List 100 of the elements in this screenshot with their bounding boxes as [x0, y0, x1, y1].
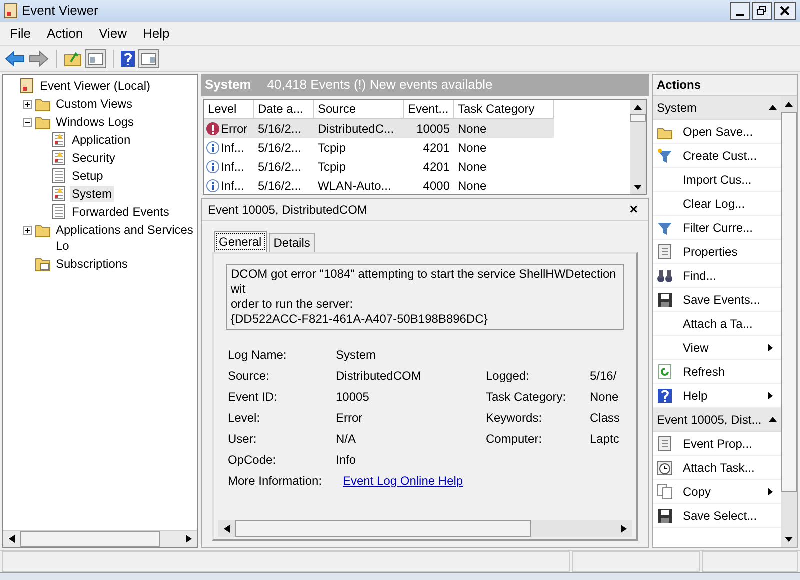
right-arrow-icon[interactable]	[186, 535, 192, 543]
down-arrow-icon[interactable]	[785, 536, 793, 542]
command-link[interactable]: Open Save...	[683, 122, 773, 140]
up-arrow-icon[interactable]	[785, 102, 793, 106]
clock-icon	[657, 460, 673, 476]
menu-item[interactable]: View	[93, 24, 134, 44]
back-arrow-icon[interactable]	[4, 50, 26, 68]
tree-item[interactable]: Setup	[70, 168, 106, 184]
command-link[interactable]: Create Cust...	[683, 146, 773, 164]
close-button[interactable]	[774, 2, 796, 20]
command-link[interactable]: Clear Log...	[683, 194, 773, 212]
command-link[interactable]: View	[683, 338, 758, 356]
command-link[interactable]: Find...	[683, 266, 773, 284]
horizontal-scrollbar[interactable]	[3, 530, 197, 547]
tree-item[interactable]: System	[70, 186, 114, 202]
table-cell-text: None	[457, 140, 488, 156]
column-header[interactable]: Date a...	[254, 100, 314, 119]
command-link[interactable]: Attach a Ta...	[683, 314, 773, 332]
binoculars-icon	[657, 268, 673, 284]
command-link[interactable]: Copy	[683, 482, 758, 500]
command-link[interactable]: Filter Curre...	[683, 218, 773, 236]
command-link[interactable]: Help	[683, 386, 758, 404]
column-header[interactable]: Source	[314, 100, 404, 119]
error-icon	[206, 122, 220, 136]
command-link[interactable]: Refresh	[683, 362, 773, 380]
tree-item[interactable]: Event Viewer (Local)	[38, 78, 152, 94]
log-icon	[51, 150, 67, 166]
command-link[interactable]: Attach Task...	[683, 458, 773, 476]
column-header[interactable]: Event...	[404, 100, 454, 119]
scrollbar-thumb[interactable]	[781, 112, 797, 492]
table-row[interactable]: Inf... 5/16/2... WLAN-Auto... 4000 None	[204, 176, 554, 194]
field-label: Logged:	[486, 368, 530, 384]
folder-icon	[35, 256, 51, 272]
table-cell-text: 5/16/2...	[257, 140, 302, 156]
menu-item[interactable]: Help	[137, 24, 176, 44]
command-link[interactable]: Import Cus...	[683, 170, 773, 188]
expand-icon[interactable]	[23, 226, 32, 235]
scrollbar-thumb[interactable]	[630, 114, 646, 122]
folder-up-icon[interactable]	[63, 50, 83, 68]
tree-item[interactable]: Security	[70, 150, 118, 166]
table-cell-text: WLAN-Auto...	[317, 178, 392, 194]
help-link[interactable]: Event Log Online Help	[343, 472, 464, 490]
command-link[interactable]: Properties	[683, 242, 773, 260]
tree-item[interactable]: Subscriptions	[54, 256, 130, 272]
down-arrow-icon[interactable]	[634, 184, 642, 190]
forward-arrow-icon[interactable]	[28, 50, 50, 68]
minimize-button[interactable]	[730, 2, 750, 20]
filter-icon	[657, 148, 673, 164]
log-viewer-icon	[19, 78, 35, 94]
table-cell-text: Tcpip	[317, 140, 348, 156]
left-arrow-icon[interactable]	[224, 524, 230, 532]
tree-item[interactable]: Application	[70, 132, 133, 148]
column-header[interactable]: Level	[204, 100, 254, 119]
menu-item[interactable]: Action	[40, 24, 90, 44]
table-cell-text: DistributedC...	[317, 120, 396, 138]
collapse-icon[interactable]	[23, 118, 32, 127]
command-link[interactable]: Save Events...	[683, 290, 773, 308]
right-arrow-icon[interactable]	[620, 524, 626, 532]
field-value: None	[590, 388, 619, 406]
vertical-scrollbar[interactable]	[781, 96, 797, 547]
up-arrow-icon[interactable]	[634, 104, 642, 110]
collapse-caret-icon[interactable]	[769, 105, 777, 110]
command-link[interactable]: Event Prop...	[683, 434, 773, 452]
help-icon[interactable]	[120, 50, 136, 68]
log-icon	[51, 168, 67, 184]
field-label: OpCode:	[228, 452, 278, 468]
copy-icon	[657, 484, 673, 500]
expand-icon[interactable]	[23, 100, 32, 109]
table-row[interactable]: Inf... 5/16/2... Tcpip 4201 None	[204, 138, 554, 157]
properties-icon	[657, 436, 673, 452]
table-cell-text: Inf...	[221, 178, 244, 194]
restore-button[interactable]	[752, 2, 772, 20]
left-arrow-icon[interactable]	[8, 535, 14, 543]
table-cell-text: Tcpip	[317, 158, 348, 176]
column-header[interactable]: Task Category	[454, 100, 554, 119]
menu-item[interactable]: File	[4, 24, 37, 44]
vertical-scrollbar[interactable]	[630, 100, 646, 194]
tree-item[interactable]: Windows Logs	[54, 114, 136, 130]
tree-item[interactable]: Forwarded Events	[70, 204, 172, 220]
close-button[interactable]: ×	[626, 199, 642, 220]
tree-item[interactable]: Applications and Services Lo	[54, 222, 197, 254]
command-link[interactable]: Save Select...	[683, 506, 773, 524]
table-cell-text: 5/16/2...	[257, 120, 302, 138]
log-title: System	[205, 76, 252, 94]
horizontal-scrollbar[interactable]	[218, 520, 632, 537]
field-value: 5/16/	[590, 368, 617, 384]
field-label: More Information:	[228, 472, 324, 490]
table-row[interactable]: Inf... 5/16/2... Tcpip 4201 None	[204, 157, 554, 176]
table-row[interactable]: Error 5/16/2... DistributedC... 10005 None	[204, 119, 554, 138]
panel-icon[interactable]	[138, 48, 160, 68]
field-value: Info	[336, 452, 358, 468]
field-label: Log Name:	[228, 346, 288, 364]
tab[interactable]: Details	[268, 233, 316, 252]
scrollbar-thumb[interactable]	[20, 531, 160, 547]
tab[interactable]: General	[214, 231, 267, 252]
field-value: DistributedCOM	[336, 368, 422, 384]
scrollbar-thumb[interactable]	[235, 520, 531, 537]
collapse-caret-icon[interactable]	[769, 417, 777, 422]
tree-item[interactable]: Custom Views	[54, 96, 134, 112]
panel-icon[interactable]	[85, 48, 107, 68]
